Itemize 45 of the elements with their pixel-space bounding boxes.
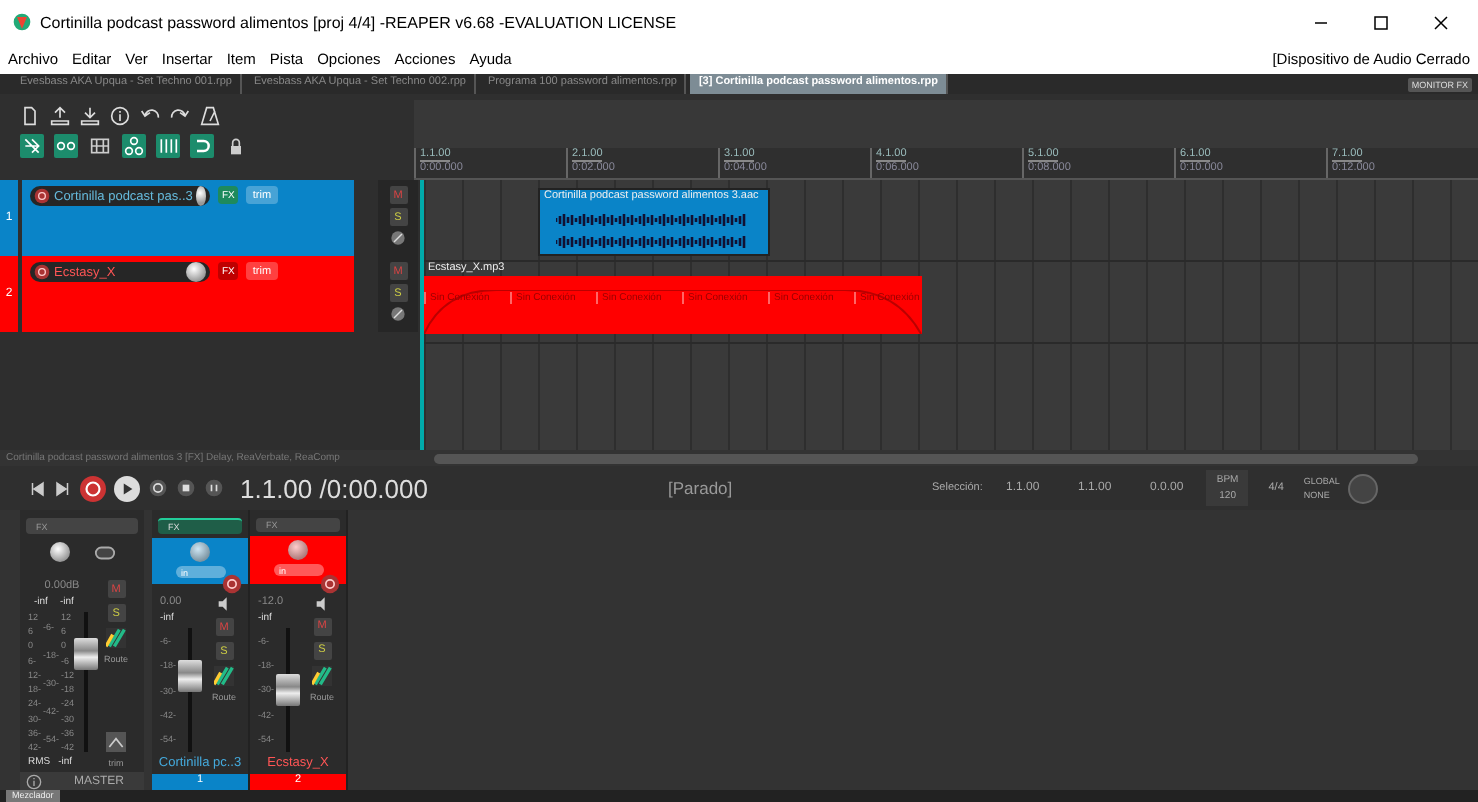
lock-icon[interactable] bbox=[226, 136, 246, 156]
fader-thumb[interactable] bbox=[74, 638, 99, 670]
close-icon[interactable] bbox=[1431, 13, 1449, 31]
new-file-icon[interactable] bbox=[20, 106, 40, 126]
mono-icon[interactable] bbox=[93, 542, 115, 564]
route-icon[interactable] bbox=[106, 628, 127, 648]
download-icon[interactable] bbox=[80, 106, 100, 126]
route-icon[interactable] bbox=[312, 665, 333, 686]
metronome-icon[interactable] bbox=[200, 106, 220, 126]
bars-icon[interactable] bbox=[158, 136, 178, 156]
phase-icon[interactable] bbox=[390, 230, 406, 246]
record-arm-icon[interactable] bbox=[320, 573, 340, 594]
record-icon[interactable] bbox=[80, 475, 106, 501]
info-icon[interactable] bbox=[26, 773, 42, 789]
volume-knob[interactable] bbox=[186, 262, 206, 282]
fader-thumb[interactable] bbox=[276, 673, 301, 706]
record-arm-icon[interactable] bbox=[222, 574, 242, 595]
go-end-icon[interactable] bbox=[54, 479, 72, 497]
route-icon[interactable] bbox=[214, 666, 235, 687]
play-icon[interactable] bbox=[114, 475, 140, 501]
position-display: 1.1.00 /0:00.000 bbox=[240, 473, 430, 503]
play-state: [Parado] bbox=[668, 478, 735, 498]
go-start-icon[interactable] bbox=[28, 479, 46, 497]
record-arm-icon[interactable] bbox=[34, 188, 50, 204]
link-icon[interactable] bbox=[56, 136, 76, 156]
fader-thumb[interactable] bbox=[178, 659, 203, 692]
speaker-icon[interactable] bbox=[314, 595, 331, 612]
record-arm-icon[interactable] bbox=[34, 264, 50, 280]
stop-icon[interactable] bbox=[176, 478, 196, 498]
upload-icon[interactable] bbox=[50, 106, 70, 126]
loop-icon[interactable] bbox=[192, 136, 212, 156]
pause-icon[interactable] bbox=[204, 478, 224, 498]
shuffle-icon[interactable] bbox=[22, 136, 42, 156]
speaker-icon[interactable] bbox=[216, 596, 233, 613]
volume-knob[interactable] bbox=[196, 186, 206, 206]
pan-knob[interactable] bbox=[49, 542, 69, 562]
phase-icon[interactable] bbox=[390, 306, 406, 322]
window-title: Cortinilla podcast password alimentos [proj 4/4] -REAPER v6.68 -EVALUATION LICENSE bbox=[40, 13, 677, 31]
maximize-icon[interactable] bbox=[1371, 13, 1389, 31]
node-icon[interactable] bbox=[124, 136, 144, 156]
grid-icon[interactable] bbox=[90, 136, 110, 156]
horizontal-scrollbar[interactable] bbox=[434, 453, 1418, 463]
repeat-icon[interactable] bbox=[148, 478, 168, 498]
envelope-icon[interactable] bbox=[106, 732, 127, 752]
app-logo-icon[interactable] bbox=[12, 12, 32, 32]
